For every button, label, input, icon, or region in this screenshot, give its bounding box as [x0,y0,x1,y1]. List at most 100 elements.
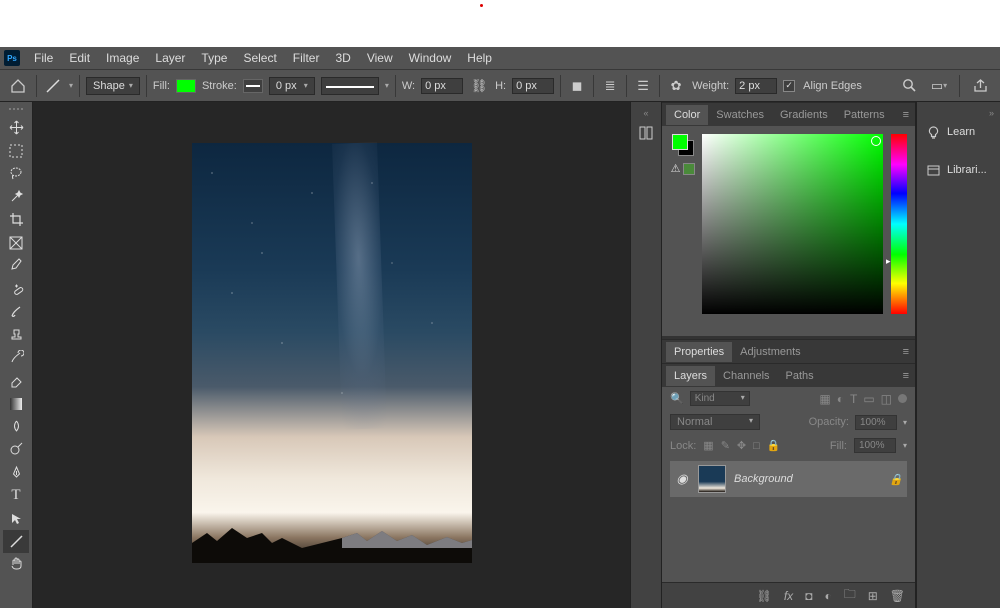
hue-slider[interactable]: ▸ [891,134,907,314]
search-icon[interactable] [899,76,919,96]
dodge-tool[interactable] [3,438,29,461]
lock-icon[interactable]: 🔒 [889,473,903,486]
layer-filter-icons[interactable]: ▦ ◐ T ▭ ◫ [819,392,907,406]
stroke-style-chevron-icon[interactable]: ▾ [385,81,389,90]
toolbar-grip[interactable] [4,108,28,112]
layer-name[interactable]: Background [734,473,793,485]
foreground-swatch[interactable] [672,134,688,150]
move-tool[interactable] [3,116,29,139]
tab-properties[interactable]: Properties [666,342,732,362]
panel-menu-icon[interactable]: ≡ [897,346,915,358]
panel-menu-icon[interactable]: ≡ [897,370,915,382]
path-operations-icon[interactable]: ◼ [567,76,587,96]
layer-thumbnail[interactable] [698,465,726,493]
menu-select[interactable]: Select [235,51,284,65]
tab-swatches[interactable]: Swatches [708,105,772,125]
stroke-swatch[interactable] [243,79,263,93]
filter-smart-icon[interactable]: ◫ [881,392,892,406]
menu-edit[interactable]: Edit [61,51,98,65]
menu-window[interactable]: Window [401,51,460,65]
visibility-toggle-icon[interactable]: ◉ [674,471,690,487]
filter-adjust-icon[interactable]: ◐ [837,392,844,406]
healing-brush-tool[interactable] [3,277,29,300]
filter-toggle[interactable] [898,394,907,403]
tab-channels[interactable]: Channels [715,366,777,386]
menu-file[interactable]: File [26,51,61,65]
document-canvas[interactable] [192,143,472,563]
blend-mode-select[interactable]: Normal▾ [670,414,760,430]
frame-tool[interactable] [3,231,29,254]
panel-menu-icon[interactable]: ≡ [897,109,915,121]
gradient-tool[interactable] [3,392,29,415]
fg-bg-swatches[interactable] [672,134,694,156]
weight-field[interactable]: 2 px [735,78,777,94]
lock-all-icon[interactable]: 🔒 [767,439,781,452]
history-brush-tool[interactable] [3,346,29,369]
type-tool[interactable]: T [3,484,29,507]
height-field[interactable]: 0 px [512,78,554,94]
tab-layers[interactable]: Layers [666,366,715,386]
menu-filter[interactable]: Filter [285,51,328,65]
tab-color[interactable]: Color [666,105,708,125]
mask-icon[interactable]: ◘ [805,589,812,603]
lock-transparent-icon[interactable]: ▦ [703,439,713,452]
path-select-tool[interactable] [3,507,29,530]
gamut-color-swatch[interactable] [683,163,695,175]
lock-position-icon[interactable]: ✥ [737,439,746,452]
menu-type[interactable]: Type [193,51,235,65]
line-tool[interactable] [3,530,29,553]
rightdock-collapse-icon[interactable]: » [917,108,1000,118]
menu-image[interactable]: Image [98,51,147,65]
filter-shape-icon[interactable]: ▭ [863,392,874,406]
line-tool-icon[interactable] [43,76,63,96]
menu-layer[interactable]: Layer [147,51,193,65]
canvas-area[interactable] [33,102,630,608]
blur-tool[interactable] [3,415,29,438]
dock-collapse-icon[interactable]: « [643,108,648,116]
lock-artboard-icon[interactable]: □ [753,440,760,452]
mode-dropdown[interactable]: Shape▾ [86,77,140,95]
link-wh-icon[interactable]: ⛓ [469,76,489,96]
history-panel-icon[interactable] [633,120,659,146]
new-layer-icon[interactable]: ⊞ [868,589,878,603]
lock-pixels-icon[interactable]: ✎ [721,439,730,452]
magic-wand-tool[interactable] [3,185,29,208]
filter-type-icon[interactable]: T [850,392,857,406]
path-align-icon[interactable]: ≣ [600,76,620,96]
workspace-switcher-icon[interactable]: ▭▾ [929,76,949,96]
tab-gradients[interactable]: Gradients [772,105,836,125]
menu-help[interactable]: Help [459,51,500,65]
stamp-tool[interactable] [3,323,29,346]
gear-icon[interactable]: ✿ [666,76,686,96]
delete-layer-icon[interactable]: 🗑 [890,589,905,603]
opacity-field[interactable]: 100% [855,415,897,430]
gamut-warning-icon[interactable]: ⚠ [671,162,681,175]
saturation-value-picker[interactable] [702,134,883,314]
layer-fill-field[interactable]: 100% [854,438,896,453]
link-layers-icon[interactable]: ⛓ [757,589,772,603]
menu-3d[interactable]: 3D [327,51,358,65]
path-arrange-icon[interactable]: ☰ [633,76,653,96]
layer-filter-kind[interactable]: Kind▾ [690,391,750,406]
stroke-style-dropdown[interactable] [321,77,379,95]
pen-tool[interactable] [3,461,29,484]
marquee-tool[interactable] [3,139,29,162]
group-icon[interactable]: 🗀 [844,585,856,606]
align-edges-checkbox[interactable]: ✓ [783,80,795,92]
learn-panel-button[interactable]: Learn [917,118,1000,146]
tab-patterns[interactable]: Patterns [836,105,893,125]
fx-icon[interactable]: fx [784,589,793,603]
tool-preset-chevron-icon[interactable]: ▾ [69,81,73,90]
menu-view[interactable]: View [359,51,401,65]
tab-paths[interactable]: Paths [778,366,822,386]
eraser-tool[interactable] [3,369,29,392]
libraries-panel-button[interactable]: Librari... [917,156,1000,184]
share-icon[interactable] [970,76,990,96]
crop-tool[interactable] [3,208,29,231]
adjustment-layer-icon[interactable]: ◐ [824,589,831,603]
home-icon[interactable] [6,74,30,98]
fill-swatch[interactable] [176,79,196,93]
hand-tool[interactable] [3,553,29,576]
brush-tool[interactable] [3,300,29,323]
eyedropper-tool[interactable] [3,254,29,277]
